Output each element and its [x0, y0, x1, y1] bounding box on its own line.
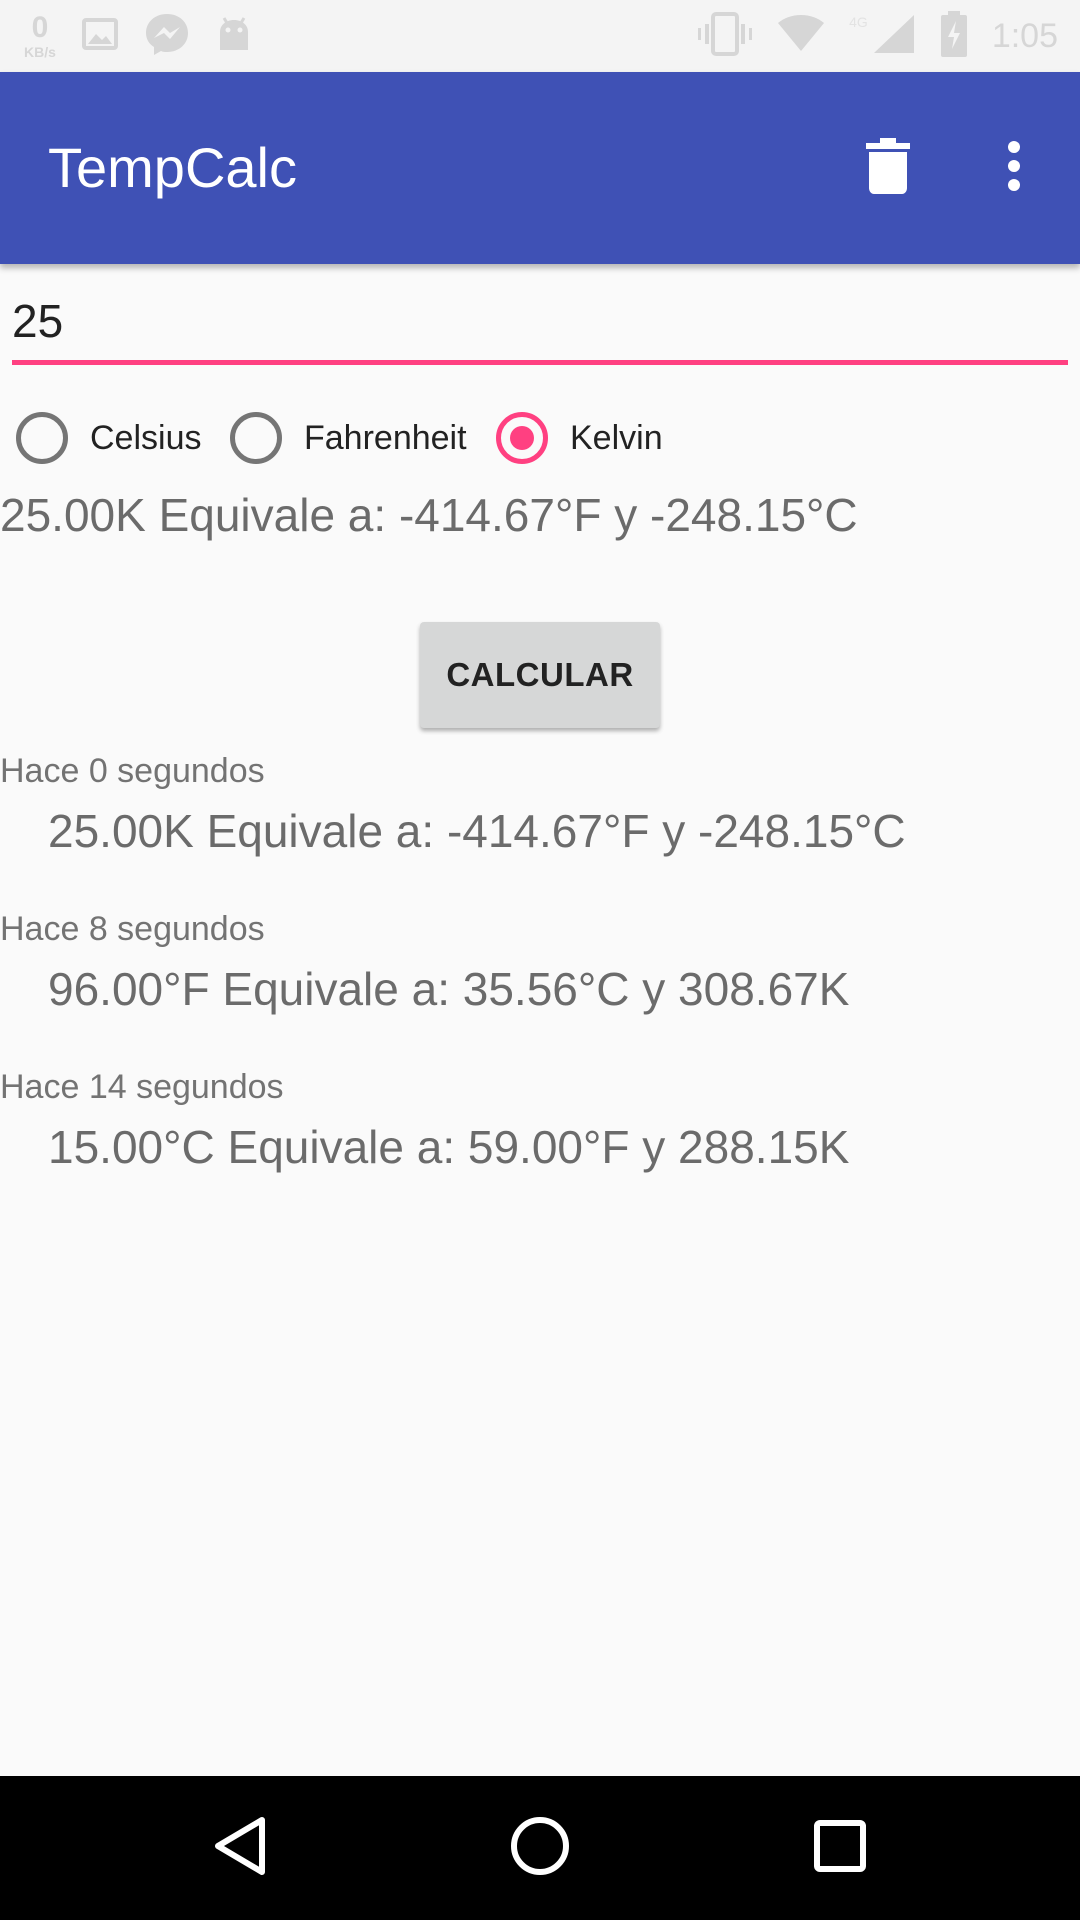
app-bar: TempCalc: [0, 72, 1080, 264]
home-icon: [510, 1816, 570, 1881]
wifi-icon: [777, 14, 825, 58]
back-button[interactable]: [160, 1776, 320, 1920]
network-speed-unit: KB/s: [24, 44, 56, 60]
history-item: Hace 0 segundos 25.00K Equivale a: -414.…: [0, 752, 1080, 910]
recents-icon: [814, 1819, 866, 1877]
radio-celsius-circle: [16, 412, 68, 464]
clock: 1:05: [991, 16, 1058, 55]
history-time: Hace 8 segundos: [0, 910, 265, 948]
android-icon: [216, 16, 252, 57]
history-item: Hace 8 segundos 96.00°F Equivale a: 35.5…: [0, 910, 1080, 1068]
navigation-bar: [0, 1776, 1080, 1920]
radio-kelvin-circle: [496, 412, 548, 464]
gallery-icon: [81, 17, 118, 55]
history-time: Hace 14 segundos: [0, 1068, 284, 1106]
history-text: 25.00K Equivale a: -414.67°F y -248.15°C: [48, 805, 906, 857]
radio-fahrenheit-circle: [230, 412, 282, 464]
more-vert-icon: [1006, 140, 1022, 197]
temperature-field: [12, 284, 1068, 365]
status-bar-left: 0 KB/s: [24, 0, 252, 72]
status-bar: 0 KB/s 4G 1:05: [0, 0, 1080, 72]
trash-icon: [866, 137, 910, 199]
history-time: Hace 0 segundos: [0, 752, 265, 790]
battery-icon: [940, 10, 968, 62]
radio-fahrenheit-label: Fahrenheit: [304, 418, 467, 457]
network-type: 4G: [849, 14, 868, 30]
network-speed: 0 KB/s: [24, 11, 56, 60]
back-icon: [212, 1816, 268, 1881]
calculate-button[interactable]: CALCULAR: [420, 622, 660, 728]
signal-icon: [872, 13, 916, 60]
vibrate-icon: [697, 11, 753, 61]
history-text: 96.00°F Equivale a: 35.56°C y 308.67K: [48, 963, 850, 1015]
radio-kelvin[interactable]: Kelvin: [496, 400, 663, 476]
home-button[interactable]: [460, 1776, 620, 1920]
history-item: Hace 14 segundos 15.00°C Equivale a: 59.…: [0, 1068, 1080, 1226]
input-underline: [12, 360, 1068, 365]
temperature-input[interactable]: [12, 284, 1068, 358]
network-speed-value: 0: [31, 11, 49, 44]
unit-radio-group: Celsius Fahrenheit Kelvin: [0, 400, 1080, 476]
messenger-icon: [144, 12, 190, 61]
history-text: 15.00°C Equivale a: 59.00°F y 288.15K: [48, 1121, 850, 1173]
recents-button[interactable]: [760, 1776, 920, 1920]
radio-fahrenheit[interactable]: Fahrenheit: [230, 400, 467, 476]
radio-celsius[interactable]: Celsius: [16, 400, 201, 476]
overflow-menu-button[interactable]: [966, 72, 1062, 264]
history-list: Hace 0 segundos 25.00K Equivale a: -414.…: [0, 752, 1080, 1226]
radio-kelvin-label: Kelvin: [570, 418, 663, 457]
status-bar-right: 4G 1:05: [697, 0, 1058, 72]
radio-celsius-label: Celsius: [90, 418, 202, 457]
delete-history-button[interactable]: [840, 72, 936, 264]
app-title: TempCalc: [48, 136, 297, 199]
current-result: 25.00K Equivale a: -414.67°F y -248.15°C: [0, 489, 858, 541]
